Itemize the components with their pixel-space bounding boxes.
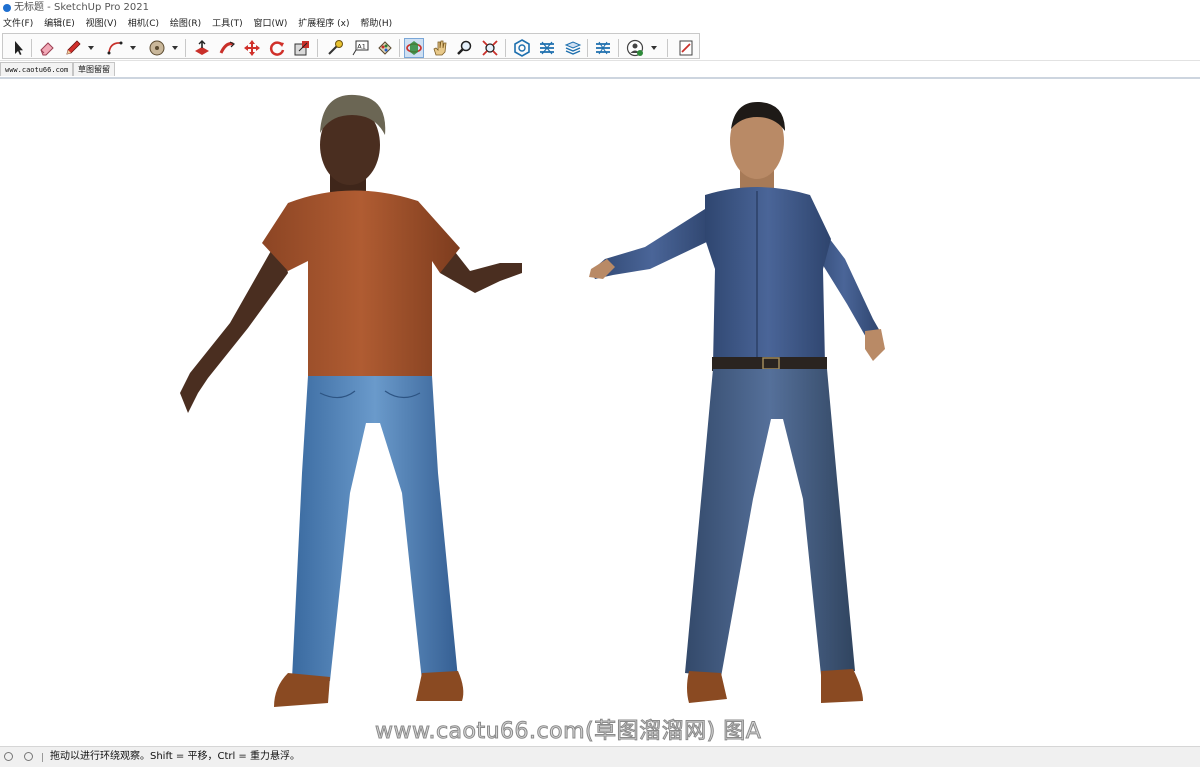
arrow-cursor-icon xyxy=(15,41,23,55)
toolbar-separator xyxy=(317,39,318,57)
figure-right-person[interactable] xyxy=(585,99,895,711)
menu-view[interactable]: 视图(V) xyxy=(83,16,122,32)
push-pull-tool-button[interactable] xyxy=(192,38,212,58)
figure-left-person[interactable] xyxy=(170,93,530,713)
status-separator xyxy=(42,753,43,762)
menu-draw[interactable]: 绘图(R) xyxy=(167,16,206,32)
sketch-pad-icon xyxy=(679,40,693,56)
push-pull-icon xyxy=(195,40,209,55)
title-bar: 无标题 - SketchUp Pro 2021 xyxy=(0,0,1200,16)
account-button[interactable] xyxy=(625,38,645,58)
menu-camera[interactable]: 相机(C) xyxy=(125,16,164,32)
follow-me-icon xyxy=(219,41,236,54)
extension-warehouse-icon xyxy=(540,41,554,55)
scene-tab-caotu[interactable]: 草图留留 xyxy=(73,62,115,76)
toolbar: A1 xyxy=(0,32,1200,61)
shape-dropdown-icon[interactable] xyxy=(172,46,178,50)
send-to-layout-button[interactable] xyxy=(593,38,613,58)
text-label-icon: A1 xyxy=(352,40,369,56)
orbit-icon xyxy=(406,41,422,55)
toolbar-panel: A1 xyxy=(2,33,700,59)
scale-icon xyxy=(294,41,309,56)
paint-tool-button[interactable] xyxy=(375,38,395,58)
menu-bar: 文件(F) 编辑(E) 视图(V) 相机(C) 绘图(R) 工具(T) 窗口(W… xyxy=(0,16,1200,32)
warehouse-icon xyxy=(514,39,530,57)
rotate-tool-button[interactable] xyxy=(267,38,287,58)
scene-tabs-bar: www.caotu66.com 草图留留 xyxy=(0,61,1200,79)
zoom-tool-button[interactable] xyxy=(455,38,475,58)
scale-tool-button[interactable] xyxy=(292,38,312,58)
sketchup-app-icon xyxy=(3,4,11,12)
move-tool-button[interactable] xyxy=(242,38,262,58)
toolbar-separator xyxy=(399,39,400,57)
account-dropdown-icon[interactable] xyxy=(651,46,657,50)
menu-file[interactable]: 文件(F) xyxy=(0,16,38,32)
rotate-icon xyxy=(269,41,285,56)
layout-button[interactable] xyxy=(563,38,583,58)
text-tool-button[interactable]: A1 xyxy=(350,38,370,58)
geolocation-icon[interactable] xyxy=(4,752,13,761)
menu-edit[interactable]: 编辑(E) xyxy=(41,16,80,32)
model-viewport[interactable] xyxy=(0,79,1200,746)
pencil-tool-button[interactable] xyxy=(63,38,83,58)
menu-window[interactable]: 窗口(W) xyxy=(250,16,292,32)
follow-me-tool-button[interactable] xyxy=(217,38,237,58)
disc-icon xyxy=(149,40,165,56)
status-bar: 拖动以进行环绕观察。Shift = 平移，Ctrl = 重力悬浮。 xyxy=(0,746,1200,767)
menu-help[interactable]: 帮助(H) xyxy=(357,16,397,32)
select-tool-button[interactable] xyxy=(8,38,28,58)
arc-dropdown-icon[interactable] xyxy=(130,46,136,50)
pan-tool-button[interactable] xyxy=(430,38,450,58)
zoom-extents-icon xyxy=(482,40,498,56)
arc-tool-button[interactable] xyxy=(105,38,125,58)
watermark-text: www.caotu66.com(草图溜溜网) 图A xyxy=(375,719,762,745)
svg-text:A1: A1 xyxy=(357,42,366,50)
zoom-extents-tool-button[interactable] xyxy=(480,38,500,58)
toolbar-separator xyxy=(618,39,619,57)
scene-tab-website[interactable]: www.caotu66.com xyxy=(0,62,74,76)
menu-tools[interactable]: 工具(T) xyxy=(209,16,248,32)
eraser-tool-button[interactable] xyxy=(37,38,57,58)
eraser-icon xyxy=(40,42,54,56)
toolbar-separator xyxy=(667,39,668,57)
layers-stack-icon xyxy=(564,41,582,55)
sketch-button[interactable] xyxy=(676,38,696,58)
tape-measure-tool-button[interactable] xyxy=(325,38,345,58)
toolbar-separator xyxy=(185,39,186,57)
move-arrows-icon xyxy=(244,40,260,56)
menu-extensions[interactable]: 扩展程序 (x) xyxy=(295,16,354,32)
circle-tool-button[interactable] xyxy=(147,38,167,58)
tape-measure-icon xyxy=(328,40,343,55)
paint-bucket-icon xyxy=(378,41,392,55)
send-to-layout-icon xyxy=(596,41,610,55)
magnifier-icon xyxy=(457,40,472,55)
arc-icon xyxy=(107,41,123,55)
status-message: 拖动以进行环绕观察。Shift = 平移，Ctrl = 重力悬浮。 xyxy=(50,751,300,762)
hand-icon xyxy=(433,40,447,56)
orbit-tool-button[interactable] xyxy=(404,38,424,58)
window-title: 无标题 - SketchUp Pro 2021 xyxy=(14,2,149,13)
pencil-dropdown-icon[interactable] xyxy=(88,46,94,50)
info-icon[interactable] xyxy=(24,752,33,761)
toolbar-separator xyxy=(505,39,506,57)
toolbar-separator xyxy=(587,39,588,57)
pencil-icon xyxy=(66,40,81,55)
3d-warehouse-button[interactable] xyxy=(512,38,532,58)
toolbar-separator xyxy=(31,39,32,57)
extension-warehouse-button[interactable] xyxy=(537,38,557,58)
user-account-icon xyxy=(626,39,644,57)
